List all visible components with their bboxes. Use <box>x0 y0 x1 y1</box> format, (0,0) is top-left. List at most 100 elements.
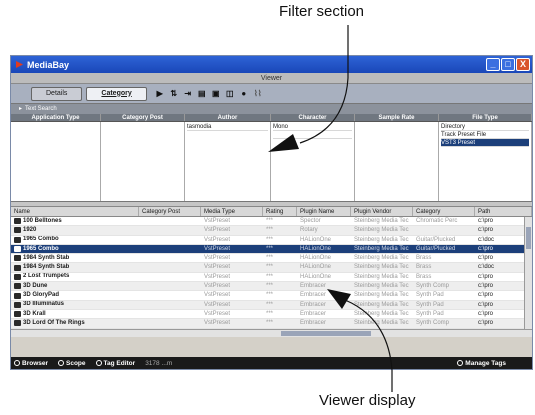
row-rating: *** <box>266 292 274 299</box>
table-row[interactable]: 1984 Synth Stab VstPreset *** HALionOne Stei… <box>11 263 532 273</box>
filter-col-file-type[interactable]: File Type <box>439 114 532 121</box>
row-rating: *** <box>266 236 274 243</box>
row-category: Brass <box>416 264 432 271</box>
sphere-icon[interactable]: ● <box>239 89 249 99</box>
play-icon[interactable]: ▶ <box>155 89 165 99</box>
horizontal-scrollbar[interactable] <box>11 329 532 337</box>
category-post-list[interactable] <box>101 122 185 201</box>
character-empty-item[interactable] <box>273 131 352 139</box>
radio-icon <box>457 360 464 366</box>
tab-category[interactable]: Category <box>86 86 147 101</box>
folder-icon[interactable]: ▣ <box>211 89 221 99</box>
filter-col-author[interactable]: Author <box>185 114 271 121</box>
preset-file-icon <box>14 283 21 290</box>
row-name: 3D Dune <box>11 282 139 290</box>
sort-icon[interactable]: ⇥ <box>183 89 193 99</box>
table-row[interactable]: 3D Illuminatus VstPreset *** Embracer Steinb… <box>11 300 532 310</box>
table-row[interactable]: 3D Dune VstPreset *** Embracer Steinberg Med… <box>11 282 532 292</box>
file-type-item[interactable]: Directory <box>441 123 529 131</box>
maximize-button[interactable]: □ <box>501 58 515 71</box>
col-plugin-name[interactable]: Plugin Name <box>297 207 351 216</box>
list-icon[interactable]: ▤ <box>197 89 207 99</box>
table-row[interactable]: 3D Lord Of The Rings VstPreset *** Embracer… <box>11 319 532 329</box>
browser-toggle[interactable]: Browser <box>14 360 48 367</box>
row-plugin: Embracer <box>300 310 327 317</box>
expand-icon[interactable]: ▸ <box>19 104 22 114</box>
filter-col-category-post[interactable]: Category Post <box>101 114 185 121</box>
filter-icon[interactable]: ⇅ <box>169 89 179 99</box>
col-path[interactable]: Path <box>475 207 532 216</box>
viewer-display-callout: Viewer display <box>319 392 416 409</box>
result-count: 3178 ...m <box>145 359 173 367</box>
sample-rate-list[interactable] <box>355 122 439 201</box>
table-row[interactable]: 1920 VstPreset *** Rotary Steinberg Media Te… <box>11 226 532 236</box>
row-name: 3D Illuminatus <box>11 301 139 309</box>
row-vendor: Steinberg Media Tec <box>354 310 409 317</box>
row-media-type: VstPreset <box>204 255 231 262</box>
author-item[interactable]: tasmodia <box>187 123 268 131</box>
preset-file-icon <box>14 320 21 327</box>
grid-icon[interactable]: ◫ <box>225 89 235 99</box>
row-vendor: Steinberg Media Tec <box>354 255 409 262</box>
col-category[interactable]: Category <box>413 207 475 216</box>
manage-tags-toggle[interactable]: Manage Tags <box>457 360 506 367</box>
preset-file-icon <box>14 264 21 271</box>
waveform-icon[interactable]: ⌇⌇ <box>253 89 263 99</box>
close-button[interactable]: X <box>516 58 530 71</box>
col-name[interactable]: Name <box>11 207 139 216</box>
table-row[interactable]: 3D Krall VstPreset *** Embracer Steinberg Me… <box>11 310 532 320</box>
preset-file-icon <box>14 227 21 234</box>
application-type-list[interactable] <box>11 122 101 201</box>
filter-col-character[interactable]: Character <box>271 114 355 121</box>
preset-file-icon <box>14 301 21 308</box>
row-vendor: Steinberg Media Tec <box>354 273 409 280</box>
file-type-item-selected[interactable]: VST3 Preset <box>441 139 529 147</box>
author-list[interactable]: tasmodia <box>185 122 271 201</box>
row-plugin: Embracer <box>300 301 327 308</box>
row-name: 1984 Synth Stab <box>11 263 139 271</box>
table-row-selected[interactable]: 1965 Combo VstPreset *** HALionOne Steinberg… <box>11 244 532 255</box>
tag-editor-toggle[interactable]: Tag Editor <box>95 360 135 367</box>
row-name-text: 3D Illuminatus <box>23 301 65 308</box>
row-plugin: Embracer <box>300 320 327 327</box>
row-vendor: Steinberg Media Tec <box>354 218 409 224</box>
character-list[interactable]: Mono <box>271 122 355 201</box>
scope-label: Scope <box>66 359 86 367</box>
col-rating[interactable]: Rating <box>263 207 297 216</box>
row-category: Synth Pad <box>416 301 444 308</box>
row-name: 1965 Combo <box>11 245 139 253</box>
table-row[interactable]: 100 Belltones VstPreset *** Spector Steinber… <box>11 217 532 227</box>
table-row[interactable]: 1965 Combo VstPreset *** HALionOne Steinberg… <box>11 236 532 245</box>
row-media-type: VstPreset <box>204 320 231 327</box>
row-name-text: 3D GloryPad <box>23 292 60 299</box>
radio-icon <box>58 360 65 366</box>
character-item[interactable]: Mono <box>273 123 352 131</box>
scope-toggle[interactable]: Scope <box>58 360 86 367</box>
row-plugin: Embracer <box>300 292 327 299</box>
file-type-list[interactable]: Directory Track Preset File VST3 Preset <box>439 122 532 201</box>
text-search-bar[interactable]: ▸ Text Search <box>11 104 532 114</box>
preset-file-icon <box>14 218 21 225</box>
preset-file-icon <box>14 292 21 299</box>
viewer-header: Name Category Post Media Type Rating Plu… <box>11 207 532 217</box>
toolbar: Details Category ▶ ⇅ ⇥ ▤ ▣ ◫ ● ⌇⌇ <box>11 84 532 104</box>
col-plugin-vendor[interactable]: Plugin Vendor <box>351 207 413 216</box>
row-vendor: Steinberg Media Tec <box>354 283 409 290</box>
table-row[interactable]: 1984 Synth Stab VstPreset *** HALionOne Stei… <box>11 254 532 264</box>
filter-col-application-type[interactable]: Application Type <box>11 114 101 121</box>
row-name: 1920 <box>11 226 139 234</box>
minimize-button[interactable]: _ <box>486 58 500 71</box>
tab-details[interactable]: Details <box>31 86 83 101</box>
row-category-post <box>139 282 201 290</box>
vertical-scrollbar[interactable] <box>524 217 532 329</box>
hscroll-thumb[interactable] <box>281 331 371 336</box>
scroll-thumb[interactable] <box>526 227 531 249</box>
col-media-type[interactable]: Media Type <box>201 207 263 216</box>
row-vendor: Steinberg Media Tec <box>354 320 409 327</box>
col-category-post[interactable]: Category Post <box>139 207 201 216</box>
row-name: 2 Lost Trumpets <box>11 273 139 281</box>
table-row[interactable]: 2 Lost Trumpets VstPreset *** HALionOne Stei… <box>11 273 532 283</box>
table-row[interactable]: 3D GloryPad VstPreset *** Embracer Steinberg… <box>11 291 532 301</box>
file-type-item[interactable]: Track Preset File <box>441 131 529 139</box>
filter-col-sample-rate[interactable]: Sample Rate <box>355 114 439 121</box>
